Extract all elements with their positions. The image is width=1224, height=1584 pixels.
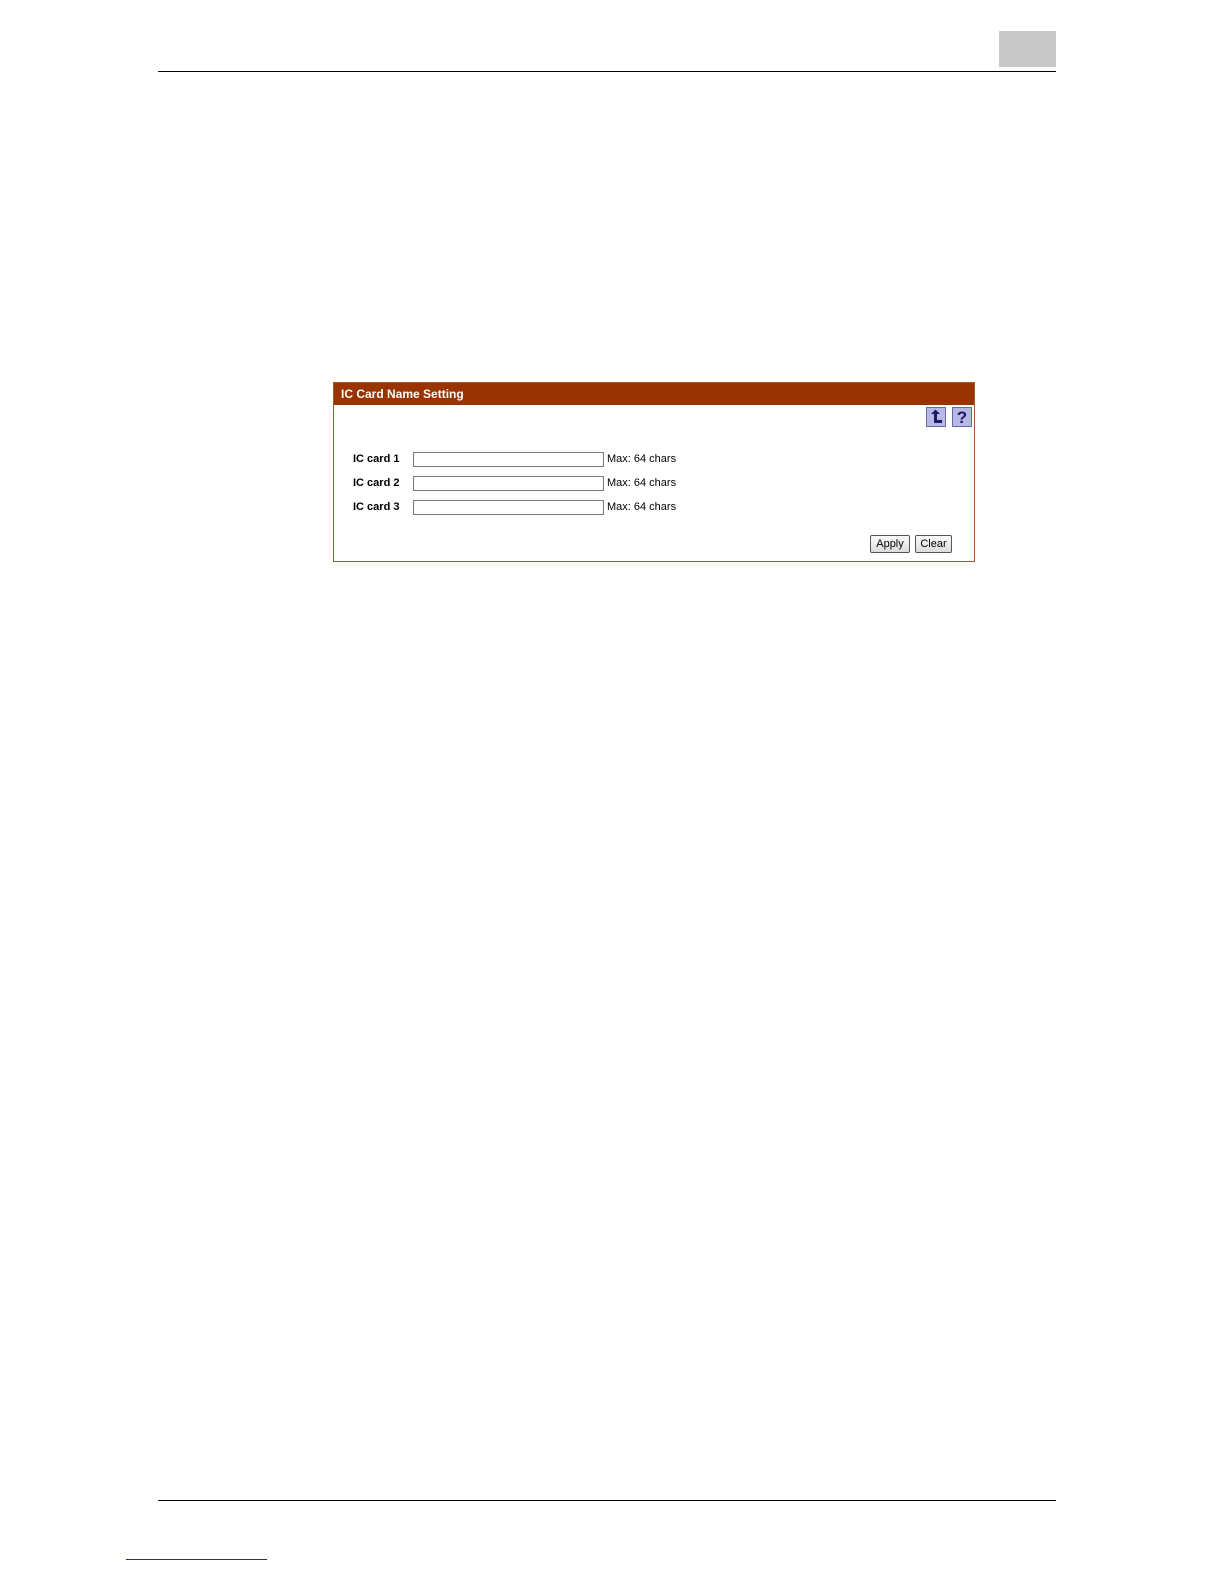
ic-card-2-input[interactable] — [413, 476, 604, 491]
ic-card-2-label: IC card 2 — [353, 477, 400, 489]
ic-card-1-hint: Max: 64 chars — [607, 453, 677, 465]
ic-card-1-label: IC card 1 — [353, 453, 400, 465]
panel-title: IC Card Name Setting — [334, 383, 974, 405]
footer-link-underline — [126, 1559, 267, 1560]
form-row-ic-card-1: IC card 1 Max: 64 chars — [334, 451, 974, 469]
form-row-ic-card-2: IC card 2 Max: 64 chars — [334, 475, 974, 493]
form-row-ic-card-3: IC card 3 Max: 64 chars — [334, 499, 974, 517]
help-question-icon[interactable]: ? — [952, 407, 972, 427]
page-corner-tab — [999, 31, 1056, 67]
ic-card-3-input[interactable] — [413, 500, 604, 515]
ic-card-3-hint: Max: 64 chars — [607, 501, 677, 513]
ic-card-1-input[interactable] — [413, 452, 604, 467]
footer-rule — [158, 1500, 1056, 1501]
back-arrow-icon[interactable] — [926, 407, 946, 427]
clear-button[interactable]: Clear — [915, 535, 952, 553]
ic-card-3-label: IC card 3 — [353, 501, 400, 513]
header-rule — [158, 71, 1056, 72]
ic-card-name-setting-panel: IC Card Name Setting ? IC card 1 Max: 64… — [333, 382, 975, 562]
apply-button[interactable]: Apply — [870, 535, 910, 553]
ic-card-2-hint: Max: 64 chars — [607, 477, 677, 489]
